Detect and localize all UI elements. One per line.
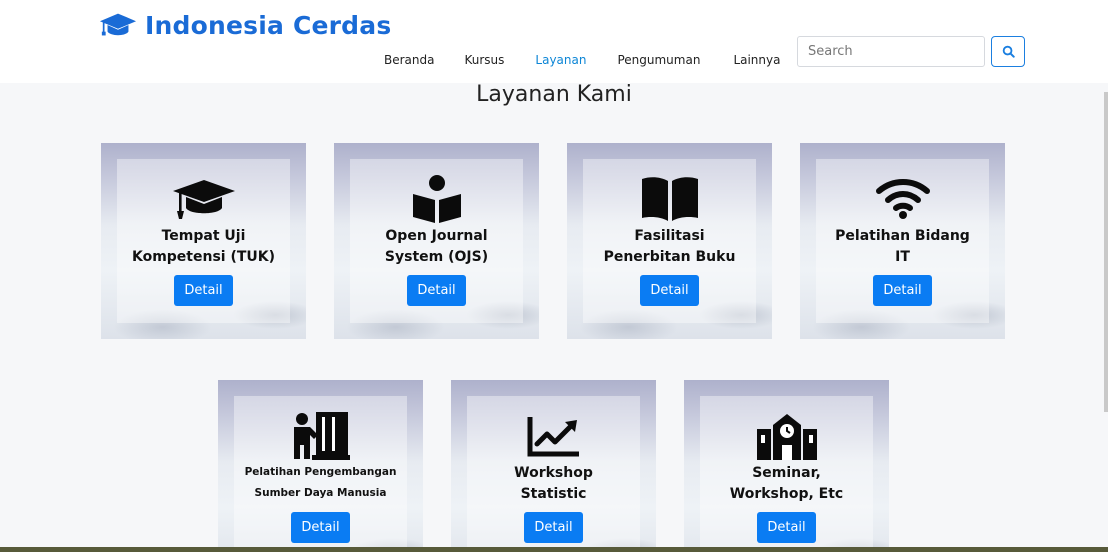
graduation-cap-icon <box>172 180 235 219</box>
brand-name: Indonesia Cerdas <box>145 10 392 40</box>
service-card-tuk: Tempat Uji Kompetensi (TUK) Detail <box>101 143 306 339</box>
navbar: Indonesia Cerdas Beranda Kursus Layanan … <box>0 0 1108 83</box>
card-title: Tempat Uji Kompetensi (TUK) <box>131 228 276 265</box>
detail-button[interactable]: Detail <box>873 275 932 306</box>
detail-button[interactable]: Detail <box>291 512 350 543</box>
wifi-icon <box>875 179 930 219</box>
service-card-penerbitan: Fasilitasi Penerbitan Buku Detail <box>567 143 772 339</box>
detail-button[interactable]: Detail <box>174 275 233 306</box>
search-button[interactable] <box>991 36 1025 67</box>
card-title: Pelatihan Pengembangan Sumber Daya Manus… <box>244 466 397 499</box>
search-icon <box>1002 45 1015 58</box>
service-card-ojs: Open Journal System (OJS) Detail <box>334 143 539 339</box>
school-icon <box>756 414 817 460</box>
nav-item-beranda[interactable]: Beranda <box>384 53 434 67</box>
book-reader-icon <box>412 175 461 223</box>
card-title: Pelatihan Bidang IT <box>835 228 970 265</box>
detail-button[interactable]: Detail <box>407 275 466 306</box>
main-nav: Beranda Kursus Layanan Pengumuman Lainny… <box>384 53 780 67</box>
teacher-icon <box>293 412 350 460</box>
search-input[interactable] <box>797 36 985 67</box>
service-card-workshop-statistic: Workshop Statistic Detail <box>451 380 656 552</box>
service-card-sdm: Pelatihan Pengembangan Sumber Daya Manus… <box>218 380 423 552</box>
nav-item-layanan[interactable]: Layanan <box>535 53 586 67</box>
bottom-taskbar <box>0 547 1108 552</box>
nav-item-lainnya[interactable]: Lainnya <box>733 53 780 67</box>
card-title: Workshop Statistic <box>514 465 593 502</box>
open-book-icon <box>641 177 698 221</box>
brand-link[interactable]: Indonesia Cerdas <box>99 10 391 40</box>
graduation-cap-icon <box>99 13 137 36</box>
nav-item-pengumuman[interactable]: Pengumuman <box>617 53 700 67</box>
detail-button[interactable]: Detail <box>757 512 816 543</box>
page-title: Layanan Kami <box>476 82 632 107</box>
chart-line-icon <box>527 417 579 457</box>
card-title: Fasilitasi Penerbitan Buku <box>603 228 736 265</box>
scrollbar[interactable] <box>1104 92 1108 412</box>
detail-button[interactable]: Detail <box>524 512 583 543</box>
nav-item-kursus[interactable]: Kursus <box>464 53 504 67</box>
detail-button[interactable]: Detail <box>640 275 699 306</box>
card-title: Open Journal System (OJS) <box>384 228 489 265</box>
service-card-seminar: Seminar, Workshop, Etc Detail <box>684 380 889 552</box>
card-title: Seminar, Workshop, Etc <box>729 465 844 502</box>
service-card-it: Pelatihan Bidang IT Detail <box>800 143 1005 339</box>
